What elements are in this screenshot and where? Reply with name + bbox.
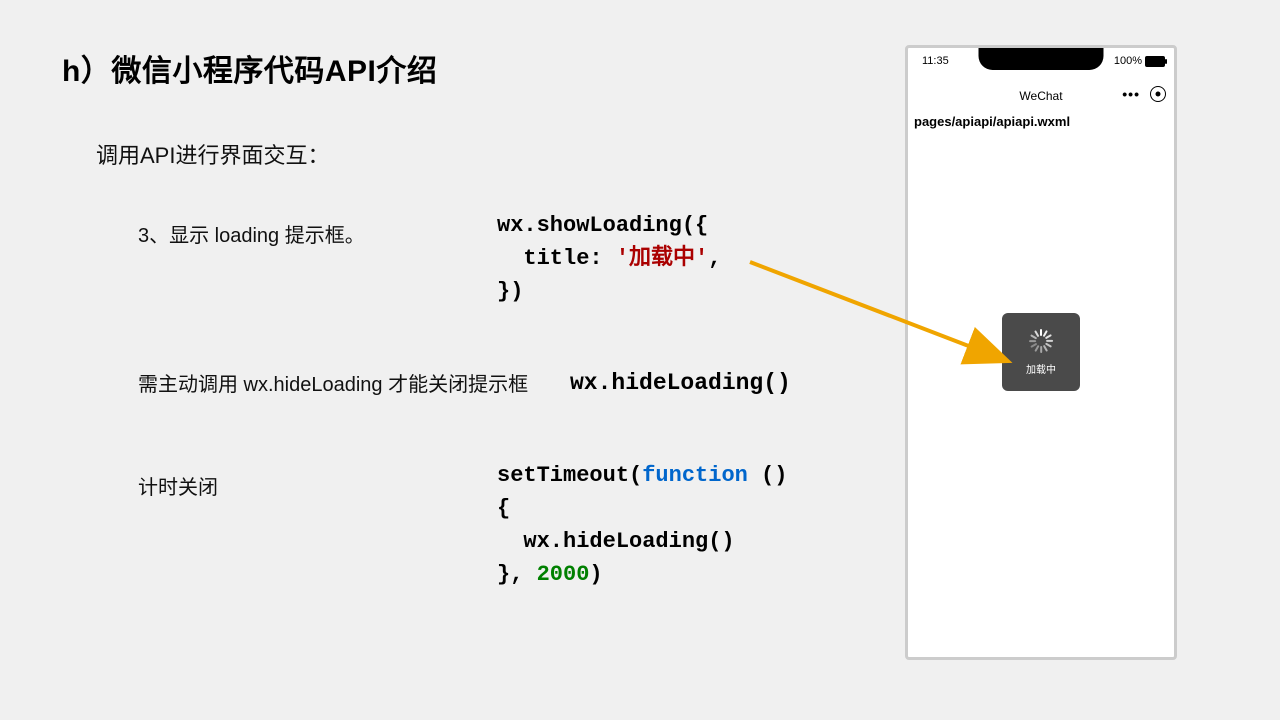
code-text: }) [497,279,523,304]
code-string: '加载中' [616,246,708,271]
slide-title: h）微信小程序代码API介绍 [62,46,437,90]
code-show-loading: wx.showLoading({ title: '加载中', }) [497,209,721,308]
code-keyword: function [642,463,748,488]
code-text: ) [589,562,602,587]
page-path: pages/apiapi/apiapi.wxml [914,114,1070,129]
battery-percent: 100% [1114,55,1142,67]
code-number: 2000 [537,562,590,587]
phone-notch [979,48,1104,70]
bullet-show-loading: 3、显示 loading 提示框。 [138,219,365,248]
code-text: }, [497,562,537,587]
battery-icon [1145,56,1165,67]
code-text: () [748,463,788,488]
toast-text: 加载中 [1026,361,1056,376]
close-target-icon[interactable] [1150,86,1166,102]
loading-toast: 加载中 [1002,313,1080,391]
status-right: 100% [1114,55,1165,67]
phone-preview: 11:35 100% WeChat ••• pages/apiapi/apiap… [905,45,1177,660]
code-text: wx.showLoading({ [497,213,708,238]
code-settimeout: setTimeout(function () { wx.hideLoading(… [497,459,787,591]
spinner-icon [1028,328,1054,354]
slide: h）微信小程序代码API介绍 调用API进行界面交互： 3、显示 loading… [0,0,1280,720]
slide-subtitle: 调用API进行界面交互： [96,138,329,170]
bullet-timed-close: 计时关闭 [138,471,218,500]
code-hide-loading: wx.hideLoading() [570,366,791,401]
nav-capsule: ••• [1122,86,1166,102]
status-time: 11:35 [922,55,949,67]
menu-dots-icon[interactable]: ••• [1122,87,1140,101]
code-text: wx.hideLoading() [497,529,735,554]
code-text: setTimeout( [497,463,642,488]
code-text: title: [497,246,616,271]
bullet-hide-loading: 需主动调用 wx.hideLoading 才能关闭提示框 [138,368,528,397]
code-text: { [497,496,510,521]
code-text: , [708,246,721,271]
